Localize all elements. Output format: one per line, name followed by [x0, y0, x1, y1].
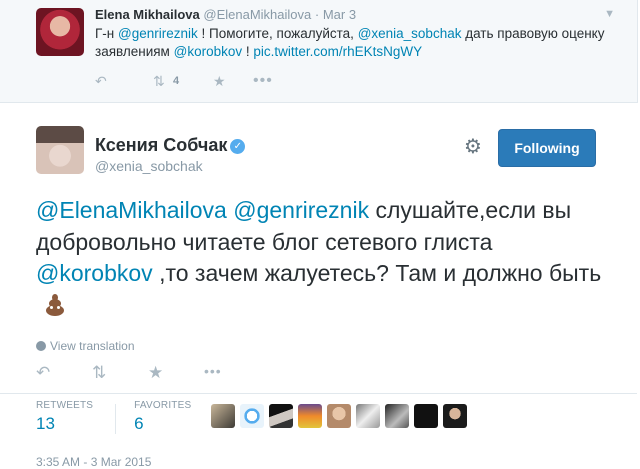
favorites-count[interactable]: 6	[134, 414, 191, 434]
view-translation-link[interactable]: View translation	[36, 339, 135, 353]
retweet-icon[interactable]: ⇅	[153, 73, 173, 90]
text-segment: !	[242, 44, 254, 59]
gear-icon[interactable]: ⚙	[464, 136, 486, 158]
author-handle[interactable]: @xenia_sobchak	[95, 158, 203, 174]
star-icon[interactable]: ★	[148, 363, 204, 383]
mention-link[interactable]: @genrireznik	[118, 26, 198, 41]
parent-tweet-text: Г-н @genrireznik ! Помогите, пожалуйста,…	[95, 25, 615, 61]
poop-emoji-icon	[42, 293, 68, 317]
avatar[interactable]	[443, 404, 467, 428]
retweet-icon[interactable]: ⇅	[92, 363, 148, 383]
parent-avatar[interactable]	[36, 8, 84, 56]
author-name[interactable]: Ксения Собчак	[95, 135, 227, 155]
chevron-down-icon[interactable]: ▼	[604, 8, 615, 20]
reply-icon[interactable]: ↶	[95, 73, 153, 90]
verified-badge-icon: ✓	[230, 139, 246, 154]
text-segment: Г-н	[95, 26, 119, 41]
parent-tweet[interactable]: Elena Mikhailova @ElenaMikhailova · Mar …	[0, 0, 638, 103]
avatar[interactable]	[298, 404, 322, 428]
globe-icon	[36, 341, 46, 351]
reply-icon[interactable]: ↶	[36, 363, 92, 383]
tweet-action-bar: ↶ ⇅ ★ •••	[36, 363, 260, 383]
retweets-label: RETWEETS	[36, 400, 94, 411]
avatar[interactable]	[269, 404, 293, 428]
parent-author-handle[interactable]: @ElenaMikhailova	[203, 7, 311, 22]
stat-divider	[115, 404, 117, 434]
tweet-text: @ElenaMikhailova @genrireznik слушайте,е…	[36, 195, 606, 321]
author-name-row[interactable]: Ксения Собчак ✓	[95, 135, 246, 156]
parent-dot: ·	[314, 7, 320, 22]
parent-timestamp[interactable]: Mar 3	[323, 7, 356, 22]
mention-link[interactable]: @genrireznik	[233, 197, 369, 223]
parent-action-bar: ↶ ⇅ 4 ★ •••	[95, 72, 273, 90]
mention-link[interactable]: @korobkov	[36, 260, 153, 286]
avatar[interactable]	[211, 404, 235, 428]
retweets-count[interactable]: 13	[36, 414, 93, 434]
parent-author-name[interactable]: Elena Mikhailova	[95, 7, 200, 22]
author-avatar[interactable]	[36, 126, 84, 174]
favorites-label: FAVORITES	[134, 400, 192, 411]
avatar[interactable]	[327, 404, 351, 428]
mention-link[interactable]: @ElenaMikhailova	[36, 197, 227, 223]
divider	[0, 393, 637, 394]
tweet-timestamp[interactable]: 3:35 AM - 3 Mar 2015	[36, 455, 151, 469]
text-segment: ,то зачем жалуетесь? Там и должно быть	[152, 260, 602, 286]
text-segment: ! Помогите, пожалуйста,	[197, 26, 358, 41]
avatar[interactable]	[240, 404, 264, 428]
more-icon[interactable]: •••	[204, 363, 260, 383]
star-icon[interactable]: ★	[213, 73, 253, 90]
retweets-stat[interactable]: RETWEETS 13	[36, 400, 93, 434]
pic-link[interactable]: pic.twitter.com/rhEKtsNgWY	[253, 44, 422, 59]
more-icon[interactable]: •••	[253, 72, 273, 90]
avatar[interactable]	[385, 404, 409, 428]
favorites-stat[interactable]: FAVORITES 6	[134, 400, 191, 434]
avatar[interactable]	[356, 404, 380, 428]
engagement-stats: RETWEETS 13 FAVORITES 6	[36, 400, 213, 434]
favoriters-avatar-list	[211, 404, 472, 428]
retweet-count: 4	[173, 75, 180, 87]
avatar[interactable]	[414, 404, 438, 428]
parent-header: Elena Mikhailova @ElenaMikhailova · Mar …	[95, 7, 356, 22]
mention-link[interactable]: @korobkov	[174, 44, 242, 59]
mention-link[interactable]: @xenia_sobchak	[358, 26, 462, 41]
view-translation-label[interactable]: View translation	[50, 339, 135, 353]
following-button[interactable]: Following	[498, 129, 596, 167]
